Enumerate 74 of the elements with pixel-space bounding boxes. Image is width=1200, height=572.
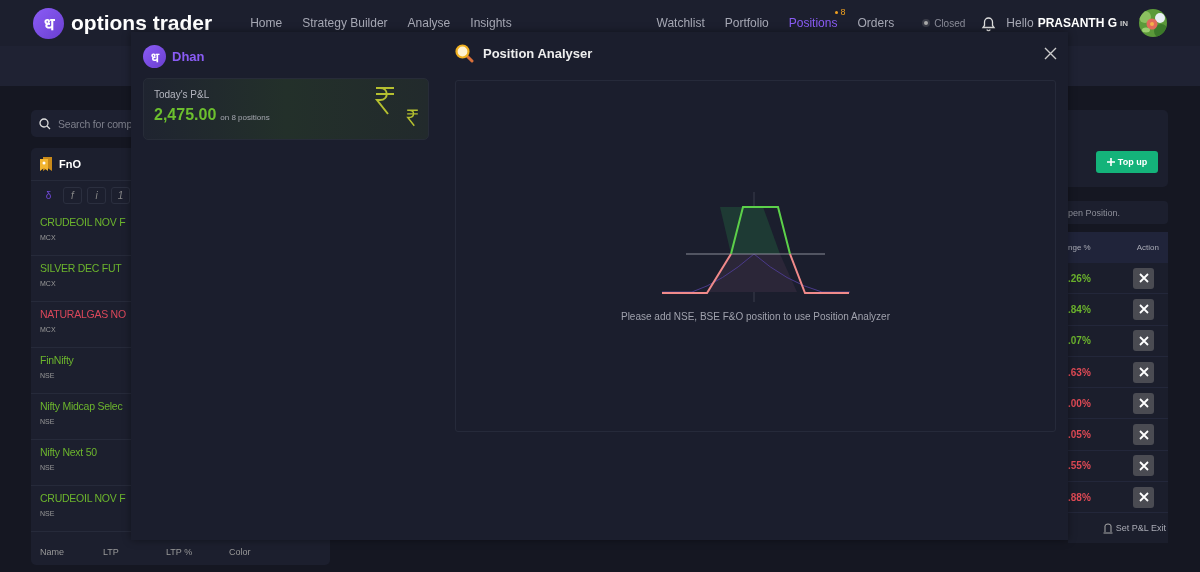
- rupee-icon: [406, 109, 419, 127]
- positions-note: on 8 positions: [220, 113, 270, 122]
- filter-button[interactable]: 1: [111, 187, 130, 204]
- exit-position-button[interactable]: [1133, 330, 1154, 352]
- greeting: Hello: [1006, 16, 1034, 30]
- nav-link[interactable]: Analyse: [407, 16, 451, 30]
- pnl-value: 2,475.00: [154, 106, 217, 124]
- close-button[interactable]: [1044, 46, 1057, 60]
- close-icon: [1138, 460, 1149, 471]
- instrument-name[interactable]: Nifty Next 50: [40, 446, 97, 458]
- change-percent: .05%: [1068, 429, 1091, 441]
- instrument-name[interactable]: Nifty Midcap Selec: [40, 400, 123, 412]
- nav-link[interactable]: Strategy Builder: [302, 16, 388, 30]
- count-badge: 8: [835, 7, 846, 17]
- close-icon: [1138, 367, 1149, 378]
- search-icon: [39, 118, 51, 130]
- nav-link[interactable]: Watchlist: [656, 16, 705, 30]
- column-header: Action: [1136, 243, 1159, 252]
- user-suffix: IN: [1120, 18, 1128, 28]
- brand-name: Dhan: [172, 49, 205, 64]
- nav-link[interactable]: Portfolio: [724, 16, 769, 30]
- brand-name: options trader: [71, 11, 213, 35]
- change-percent: .63%: [1068, 366, 1091, 378]
- close-icon: [1138, 304, 1149, 315]
- column-header: nge %: [1068, 243, 1091, 252]
- nav-link[interactable]: Orders: [857, 16, 895, 30]
- filter-button[interactable]: i: [87, 187, 106, 204]
- alarm-icon: [1102, 522, 1113, 534]
- column-header: Color: [229, 546, 252, 557]
- exit-position-button[interactable]: [1133, 392, 1154, 414]
- change-percent: .55%: [1068, 460, 1091, 472]
- nav-link[interactable]: Insights: [470, 16, 512, 30]
- close-icon: [1138, 335, 1149, 346]
- user-name: PRASANTH G: [1037, 16, 1117, 30]
- empty-message: Please add NSE, BSE F&O position to use Position Analyzer: [620, 311, 890, 322]
- position-search-field[interactable]: pen Position.: [1068, 201, 1168, 224]
- close-icon: [1138, 492, 1149, 503]
- instrument-name[interactable]: FinNifty: [40, 354, 74, 366]
- exit-position-button[interactable]: [1133, 298, 1154, 320]
- change-percent: .26%: [1068, 272, 1091, 284]
- instrument-name[interactable]: CRUDEOIL NOV F: [40, 216, 126, 228]
- column-header: LTP %: [166, 546, 194, 557]
- magnifier-icon: [455, 43, 474, 63]
- bookmark-icon: [40, 157, 52, 171]
- instrument-name[interactable]: NATURALGAS NO: [40, 308, 126, 320]
- plus-icon: [1106, 157, 1115, 166]
- exit-position-button[interactable]: [1133, 455, 1154, 477]
- exit-position-button[interactable]: [1133, 424, 1154, 446]
- market-status: Closed: [934, 17, 966, 29]
- column-header: LTP: [103, 546, 120, 557]
- change-percent: .00%: [1068, 397, 1091, 409]
- logo-icon: ध: [143, 45, 166, 68]
- rupee-icon: [374, 86, 396, 116]
- column-header: Name: [40, 546, 65, 557]
- bell-icon[interactable]: [981, 14, 997, 32]
- exit-position-button[interactable]: [1133, 361, 1154, 383]
- status-radio-icon: [922, 19, 931, 27]
- close-icon: [1138, 429, 1149, 440]
- instrument-name[interactable]: SILVER DEC FUT: [40, 262, 122, 274]
- exit-position-button[interactable]: [1133, 267, 1154, 289]
- instrument-name[interactable]: CRUDEOIL NOV F: [40, 492, 126, 504]
- change-percent: .88%: [1068, 491, 1091, 503]
- close-icon: [1138, 398, 1149, 409]
- watchlist-title: FnO: [59, 158, 81, 170]
- set-pnl-exit-link[interactable]: Set P&L Exit: [1115, 523, 1166, 534]
- change-percent: .07%: [1068, 335, 1091, 347]
- pnl-label: Today's P&L: [154, 89, 210, 100]
- nav-link[interactable]: Home: [250, 16, 283, 30]
- change-percent: .84%: [1068, 303, 1091, 315]
- filter-button[interactable]: f: [63, 187, 82, 204]
- logo-icon: ध: [33, 7, 64, 39]
- close-icon: [1138, 273, 1149, 284]
- dialog-title: Position Analyser: [483, 45, 593, 61]
- exit-position-button[interactable]: [1133, 486, 1154, 508]
